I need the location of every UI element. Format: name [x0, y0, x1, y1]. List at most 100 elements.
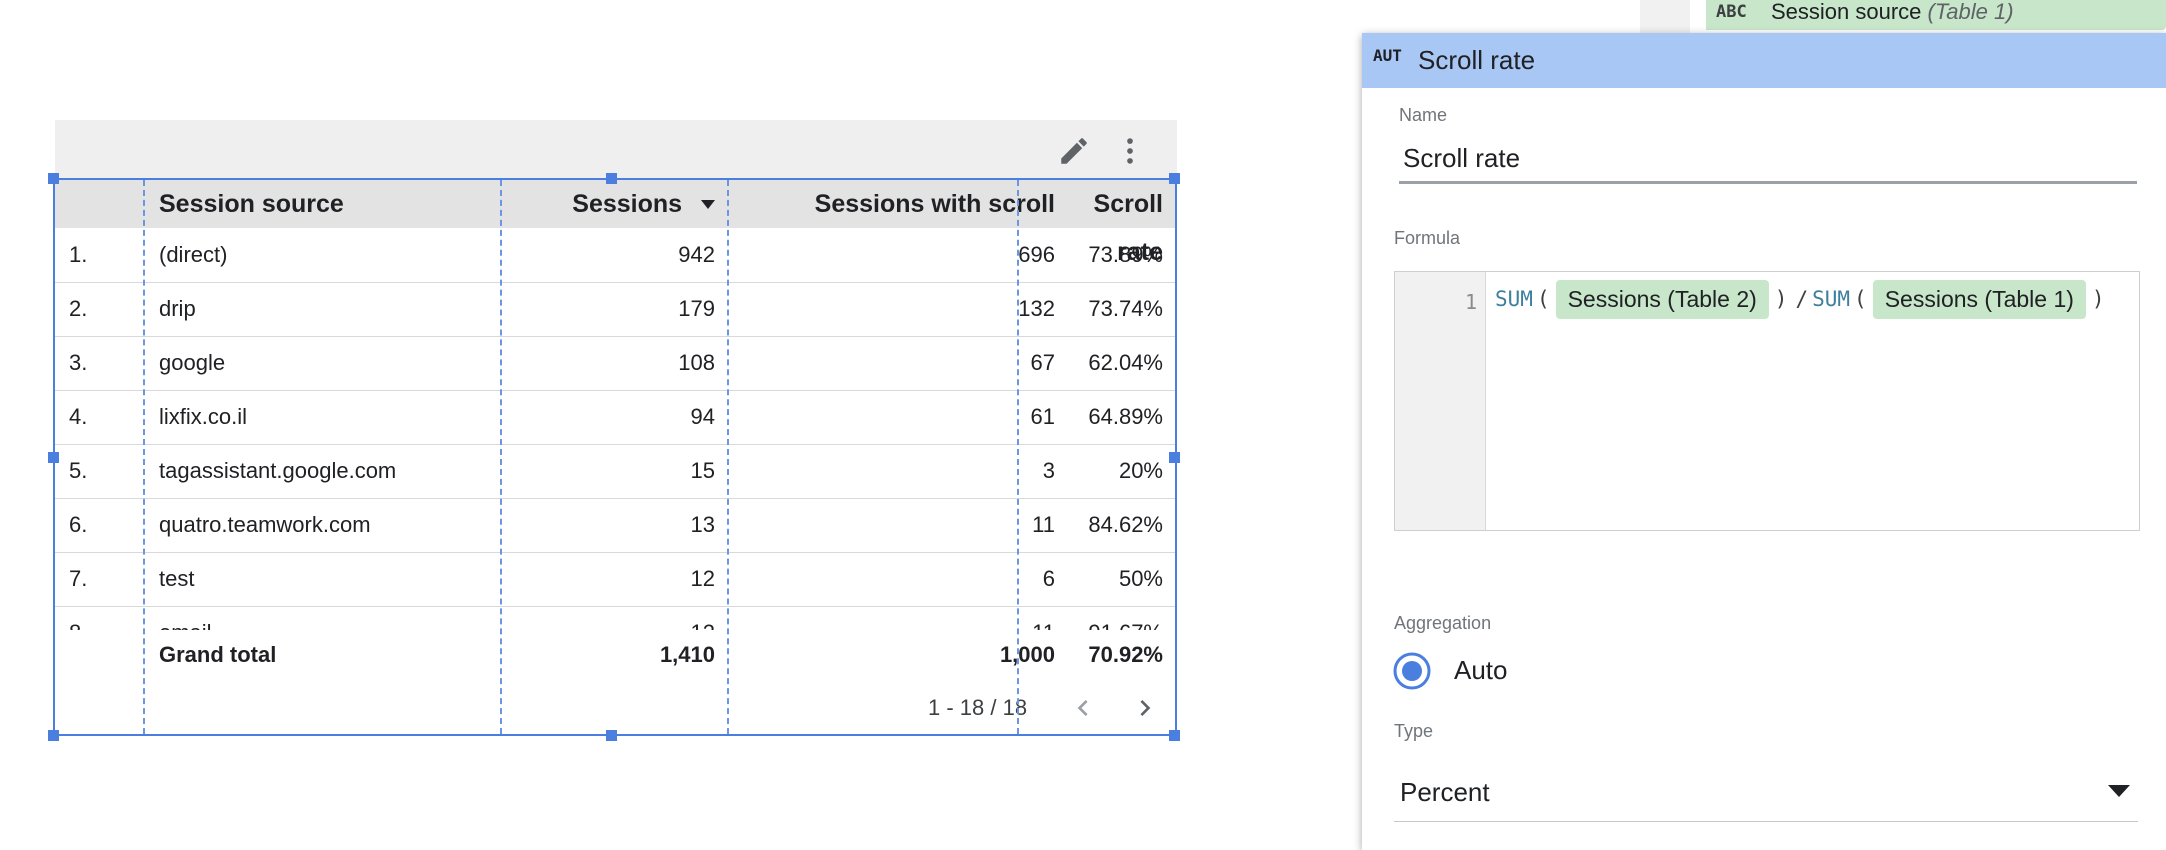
- sessions-cell: 13: [690, 512, 715, 537]
- radio-label-auto[interactable]: Auto: [1454, 655, 1508, 686]
- column-header-session-source[interactable]: Session source: [159, 180, 344, 228]
- session-source-cell: google: [159, 350, 226, 375]
- type-dropdown[interactable]: Percent: [1394, 763, 2138, 822]
- calculated-field-editor: AUT Scroll rate Name Formula 1 SUM ( Ses…: [1362, 33, 2166, 850]
- name-field[interactable]: [1399, 135, 2137, 184]
- session-source-cell: test: [159, 566, 195, 591]
- row-index: 5.: [69, 458, 88, 483]
- sessions-cell: 12: [535, 606, 715, 630]
- scroll-sessions-cell: 61: [1030, 404, 1055, 429]
- field-chip-sessions-table-1[interactable]: Sessions (Table 1): [1872, 279, 2086, 319]
- sessions-cell: 15: [690, 458, 715, 483]
- pagination-label: 1 - 18 / 18: [928, 695, 1028, 720]
- resize-handle-left[interactable]: [48, 452, 59, 463]
- grand-total-scroll-rate: 70.92%: [1088, 642, 1163, 667]
- sessions-cell: 179: [678, 296, 715, 321]
- resize-handle-right[interactable]: [1169, 452, 1180, 463]
- scroll-sessions-cell: 67: [1030, 350, 1055, 375]
- close-paren: ): [2091, 287, 2105, 311]
- field-chip-sessions-table-2[interactable]: Sessions (Table 2): [1555, 279, 1769, 319]
- session-source-cell: email: [159, 606, 489, 630]
- field-item-session-source[interactable]: ABC Session source (Table 1): [1706, 0, 2166, 30]
- field-item-label: Session source (Table 1): [1771, 0, 2014, 24]
- scroll-sessions-cell: 11: [1032, 512, 1055, 537]
- grand-total-scroll-sessions: 1,000: [999, 642, 1055, 667]
- chart-toolbar: [55, 120, 1177, 178]
- dropdown-arrow-icon: [2108, 785, 2130, 797]
- resize-handle-top[interactable]: [606, 173, 617, 184]
- row-index: 6.: [69, 512, 88, 537]
- formula-label: Formula: [1394, 228, 1461, 248]
- sessions-cell: 94: [690, 404, 715, 429]
- sessions-cell: 942: [678, 242, 715, 267]
- formula-editor[interactable]: 1 SUM ( Sessions (Table 2) ) / SUM ( Ses…: [1394, 271, 2140, 531]
- column-header-scroll-rate[interactable]: Scroll rate: [1055, 180, 1163, 266]
- divide-operator: /: [1795, 287, 1809, 311]
- field-list-gutter: [1640, 0, 1690, 34]
- resize-handle-bottom-left[interactable]: [48, 730, 59, 741]
- row-index: 8.: [69, 606, 129, 630]
- aggregation-label: Aggregation: [1394, 613, 1492, 633]
- open-paren: (: [1854, 287, 1867, 311]
- scroll-sessions-cell: 132: [1018, 296, 1055, 321]
- sort-descending-icon: [701, 200, 715, 210]
- session-source-cell: quatro.teamwork.com: [159, 512, 371, 537]
- editor-title-bar: AUT Scroll rate: [1362, 33, 2166, 88]
- name-label: Name: [1399, 105, 1448, 125]
- line-number: 1: [1464, 290, 1477, 314]
- function-sum: SUM: [1812, 287, 1851, 311]
- column-guide: [500, 180, 502, 734]
- table-row[interactable]: 4. lixfix.co.il 94 61 64.89%: [55, 390, 1175, 445]
- sessions-cell: 12: [690, 566, 715, 591]
- table-row[interactable]: 7. test 12 6 50%: [55, 552, 1175, 607]
- chevron-left-icon[interactable]: [1067, 692, 1099, 724]
- radio-button-auto[interactable]: [1392, 651, 1432, 691]
- pagination: 1 - 18 / 18: [55, 682, 1175, 734]
- table-body: 1. (direct) 942 696 73.89% 2. drip 179 132 73.74%…: [55, 228, 1175, 630]
- row-index: 4.: [69, 404, 88, 429]
- column-header-sessions[interactable]: Sessions: [455, 180, 715, 228]
- column-header-sessions-with-scroll[interactable]: Sessions with scroll: [725, 180, 1055, 228]
- pencil-icon[interactable]: [1057, 134, 1091, 168]
- resize-handle-top-right[interactable]: [1169, 173, 1180, 184]
- row-index: 1.: [69, 242, 88, 267]
- scroll-sessions-cell: 696: [1018, 242, 1055, 267]
- session-source-cell: (direct): [159, 242, 228, 267]
- table-row[interactable]: 8. email 12 1191.67%: [55, 606, 1175, 630]
- table-header-row: Session source Sessions Sessions with sc…: [55, 180, 1175, 266]
- row-index: 3.: [69, 350, 88, 375]
- scroll-sessions-cell: 3: [1042, 458, 1055, 483]
- field-item-table: (Table 1): [1927, 0, 2014, 24]
- column-guide: [143, 180, 145, 734]
- editor-title: Scroll rate: [1418, 45, 1536, 75]
- scroll-rate-cell: 91.67%: [1055, 606, 1163, 630]
- row-index: 7.: [69, 566, 88, 591]
- session-source-cell: drip: [159, 296, 196, 321]
- sessions-cell: 108: [678, 350, 715, 375]
- scroll-rate-cell: 20%: [1118, 458, 1163, 483]
- text-type-icon: ABC: [1716, 2, 1747, 22]
- scroll-rate-cell: 73.89%: [1088, 242, 1163, 267]
- resize-handle-bottom-right[interactable]: [1169, 730, 1180, 741]
- session-source-cell: lixfix.co.il: [159, 404, 248, 429]
- auto-type-icon: AUT: [1373, 46, 1402, 65]
- table-row[interactable]: 3. google 108 67 62.04%: [55, 336, 1175, 391]
- resize-handle-top-left[interactable]: [48, 173, 59, 184]
- table-row[interactable]: 5. tagassistant.google.com 15 3 20%: [55, 444, 1175, 499]
- more-vert-icon[interactable]: [1113, 134, 1147, 168]
- column-header-sessions-label: Sessions: [572, 190, 683, 218]
- table-row[interactable]: 1. (direct) 942 696 73.89%: [55, 228, 1175, 283]
- grand-total-sessions: 1,410: [659, 642, 715, 667]
- scroll-sessions-cell: 11: [815, 606, 1055, 630]
- formula-line[interactable]: SUM ( Sessions (Table 2) ) / SUM ( Sessi…: [1495, 278, 2109, 320]
- table-row[interactable]: 2. drip 179 132 73.74%: [55, 282, 1175, 337]
- table-row[interactable]: 6. quatro.teamwork.com 13 11 84.62%: [55, 498, 1175, 553]
- line-number-gutter: 1: [1395, 272, 1486, 530]
- chevron-right-icon[interactable]: [1129, 692, 1161, 724]
- column-guide: [1017, 180, 1019, 734]
- scroll-sessions-cell: 6: [1042, 566, 1055, 591]
- table-chart[interactable]: Session source Sessions Sessions with sc…: [48, 173, 1180, 741]
- scroll-rate-cell: 84.62%: [1088, 512, 1163, 537]
- grand-total-label: Grand total: [159, 642, 277, 667]
- resize-handle-bottom[interactable]: [606, 730, 617, 741]
